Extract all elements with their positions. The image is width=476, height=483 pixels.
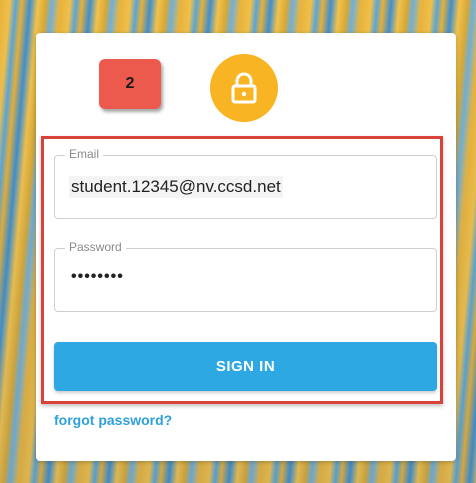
- email-value: student.12345@nv.ccsd.net: [69, 176, 283, 198]
- lock-icon: [231, 72, 257, 104]
- password-value: ••••••••: [71, 268, 124, 285]
- lock-badge: [210, 54, 278, 122]
- sign-in-button[interactable]: SIGN IN: [54, 342, 437, 391]
- email-field[interactable]: Email student.12345@nv.ccsd.net: [54, 147, 437, 219]
- forgot-password-link[interactable]: forgot password?: [54, 412, 172, 428]
- email-label: Email: [65, 147, 104, 161]
- password-label: Password: [65, 240, 126, 254]
- step-number: 2: [125, 75, 135, 92]
- step-number-badge: 2: [99, 59, 161, 109]
- password-field[interactable]: Password ••••••••: [54, 240, 437, 312]
